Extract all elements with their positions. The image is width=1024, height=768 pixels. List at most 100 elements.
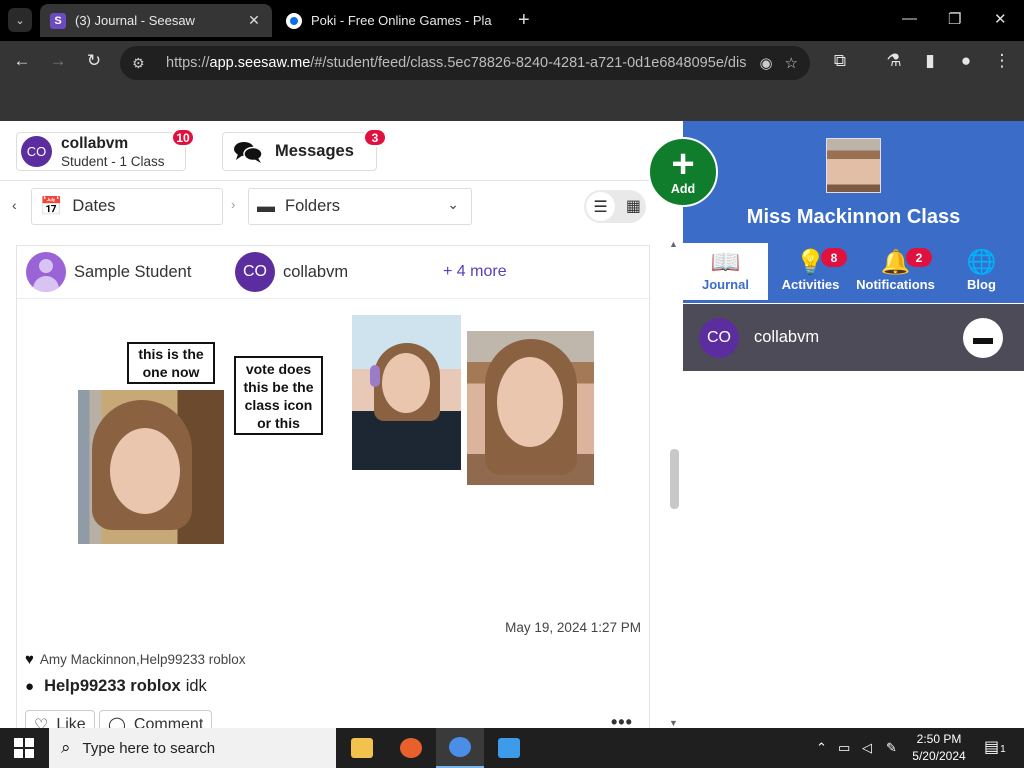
photo-girl-headphones: [352, 315, 461, 470]
address-url: https://app.seesaw.me/#/student/feed/cla…: [166, 55, 747, 71]
tagged-student[interactable]: CO collabvm: [235, 252, 348, 292]
labs-flask-icon[interactable]: ⚗: [882, 51, 906, 71]
tagged-avatar: CO: [235, 252, 275, 292]
like-button[interactable]: ♡ Like: [25, 710, 95, 728]
messages-label: Messages: [275, 142, 354, 160]
close-tab-icon[interactable]: ✕: [246, 12, 262, 29]
reload-icon[interactable]: ↻: [82, 51, 106, 71]
close-window-icon[interactable]: ✕: [994, 10, 1007, 28]
messages-button[interactable]: Messages: [222, 132, 377, 171]
tagged-name: Sample Student: [74, 262, 192, 281]
heart-icon: ♥: [25, 651, 34, 668]
restore-icon[interactable]: ❐: [948, 10, 961, 28]
feed-scrollbar[interactable]: ▲ ▼: [666, 239, 683, 728]
taskbar-clock[interactable]: 2:50 PM 5/20/2024: [906, 731, 972, 765]
add-button[interactable]: + Add: [648, 137, 718, 207]
chevron-left-icon[interactable]: ‹: [12, 197, 17, 213]
post-canvas[interactable]: this is the one now vote does this be th…: [17, 300, 649, 610]
tab-title: Poki - Free Online Games - Pla: [311, 13, 492, 28]
seesaw-icon: S: [50, 12, 66, 29]
member-name: collabvm: [754, 328, 820, 346]
tab-label: Activities: [781, 277, 840, 292]
tray-chevron-up-icon[interactable]: ⌃: [816, 740, 827, 756]
messages-badge: 3: [363, 128, 387, 147]
tab-poki[interactable]: Poki - Free Online Games - Pla: [276, 4, 504, 37]
tab-activities[interactable]: 💡 Activities 8: [768, 243, 853, 303]
bookmarks-bar: [0, 85, 1024, 121]
more-tagged-link[interactable]: + 4 more: [443, 263, 507, 281]
scroll-thumb[interactable]: [670, 449, 679, 509]
list-view-icon[interactable]: ☰: [586, 192, 615, 221]
chrome-icon[interactable]: [436, 728, 484, 768]
scroll-down-icon[interactable]: ▼: [669, 718, 678, 728]
account-name: collabvm: [61, 134, 129, 152]
firefox-icon[interactable]: [387, 728, 435, 768]
plus-icon: +: [671, 142, 695, 186]
file-explorer-icon[interactable]: [338, 728, 386, 768]
windows-taskbar: ⌕ Type here to search ⌃ ▭ ◁ ✎ 2:50 PM 5/…: [0, 728, 1024, 768]
member-avatar: CO: [699, 317, 739, 358]
network-icon[interactable]: ▭: [838, 740, 850, 756]
forward-icon[interactable]: →: [46, 51, 70, 71]
activities-badge: 8: [821, 248, 847, 267]
menu-kebab-icon[interactable]: ⋮: [990, 51, 1014, 71]
class-name: Miss Mackinnon Class: [746, 206, 961, 228]
back-icon[interactable]: ←: [10, 51, 34, 71]
pen-icon[interactable]: ✎: [886, 740, 897, 756]
account-subtitle: Student - 1 Class: [61, 153, 165, 169]
notification-count: 1: [1000, 744, 1006, 755]
dates-filter[interactable]: 📅 Dates: [31, 188, 223, 225]
tab-label: Blog: [967, 277, 996, 292]
notification-center-icon[interactable]: ▤1: [984, 737, 1006, 757]
like-label: Like: [56, 716, 86, 728]
tab-notifications[interactable]: 🔔 Notifications 2: [853, 243, 938, 303]
comment-outline-icon: ◯: [108, 717, 126, 728]
tagged-student[interactable]: Sample Student: [26, 252, 191, 292]
photos-icon[interactable]: [485, 728, 533, 768]
chevron-right-icon: ›: [231, 197, 236, 212]
comment-button[interactable]: ◯ Comment: [99, 710, 213, 728]
tab-label: Notifications: [856, 277, 935, 292]
star-icon[interactable]: ☆: [785, 54, 798, 72]
tab-seesaw-journal[interactable]: S (3) Journal - Seesaw ✕: [40, 4, 272, 37]
scroll-up-icon[interactable]: ▲: [669, 239, 678, 249]
tab-journal[interactable]: 📖 Journal: [683, 243, 768, 303]
folder-icon[interactable]: ▬: [963, 318, 1003, 358]
site-info-icon[interactable]: ⚙: [132, 55, 152, 72]
profile-icon[interactable]: ●: [954, 51, 978, 71]
tagged-name: collabvm: [283, 262, 349, 281]
tab-search-icon[interactable]: ⌄: [8, 8, 32, 32]
comment-text: idk: [185, 677, 207, 695]
tab-blog[interactable]: 🌐 Blog: [939, 243, 1024, 303]
search-icon: ⌕: [61, 738, 71, 757]
minimize-icon[interactable]: —: [902, 10, 917, 27]
url-host: app.seesaw.me: [209, 55, 311, 71]
address-bar[interactable]: ⚙ https://app.seesaw.me/#/student/feed/c…: [120, 46, 810, 80]
volume-muted-icon[interactable]: ◁: [862, 740, 872, 756]
calendar-view-icon[interactable]: ▦: [626, 196, 641, 216]
seesaw-page: CO collabvm Student - 1 Class 10 Message…: [0, 121, 1024, 728]
windows-start-icon[interactable]: [14, 738, 34, 758]
student-avatar-icon: [26, 252, 66, 292]
post-timestamp: May 19, 2024 1:27 PM: [505, 620, 641, 635]
post-comment: ● Help99233 roblox idk: [25, 677, 207, 696]
heart-outline-icon: ♡: [34, 717, 49, 728]
new-tab-icon[interactable]: +: [518, 9, 530, 32]
member-row[interactable]: CO collabvm ▬: [683, 304, 1024, 371]
poki-icon: [286, 12, 302, 29]
class-header: Miss Mackinnon Class: [683, 121, 1024, 243]
account-switcher[interactable]: CO collabvm Student - 1 Class: [16, 132, 186, 171]
eye-icon[interactable]: ◉: [759, 54, 772, 72]
folders-filter[interactable]: ▬ Folders ⌄: [248, 188, 472, 225]
account-badge: 10: [171, 128, 195, 147]
post-likes: ♥ Amy Mackinnon,Help99233 roblox: [25, 651, 246, 668]
view-toggle[interactable]: ☰ ▦: [584, 190, 646, 223]
extensions-icon[interactable]: ⧉: [828, 51, 852, 71]
post-options-icon[interactable]: •••: [611, 712, 633, 728]
tab-label: Journal: [702, 277, 749, 292]
class-icon-photo[interactable]: [826, 138, 881, 193]
journal-post: Sample Student CO collabvm + 4 more this…: [16, 245, 650, 728]
side-panel-icon[interactable]: ▮: [918, 51, 942, 71]
taskbar-search[interactable]: ⌕ Type here to search: [49, 728, 336, 768]
feed-filters: ‹ 📅 Dates › ▬ Folders ⌄ ☰ ▦: [0, 181, 665, 239]
